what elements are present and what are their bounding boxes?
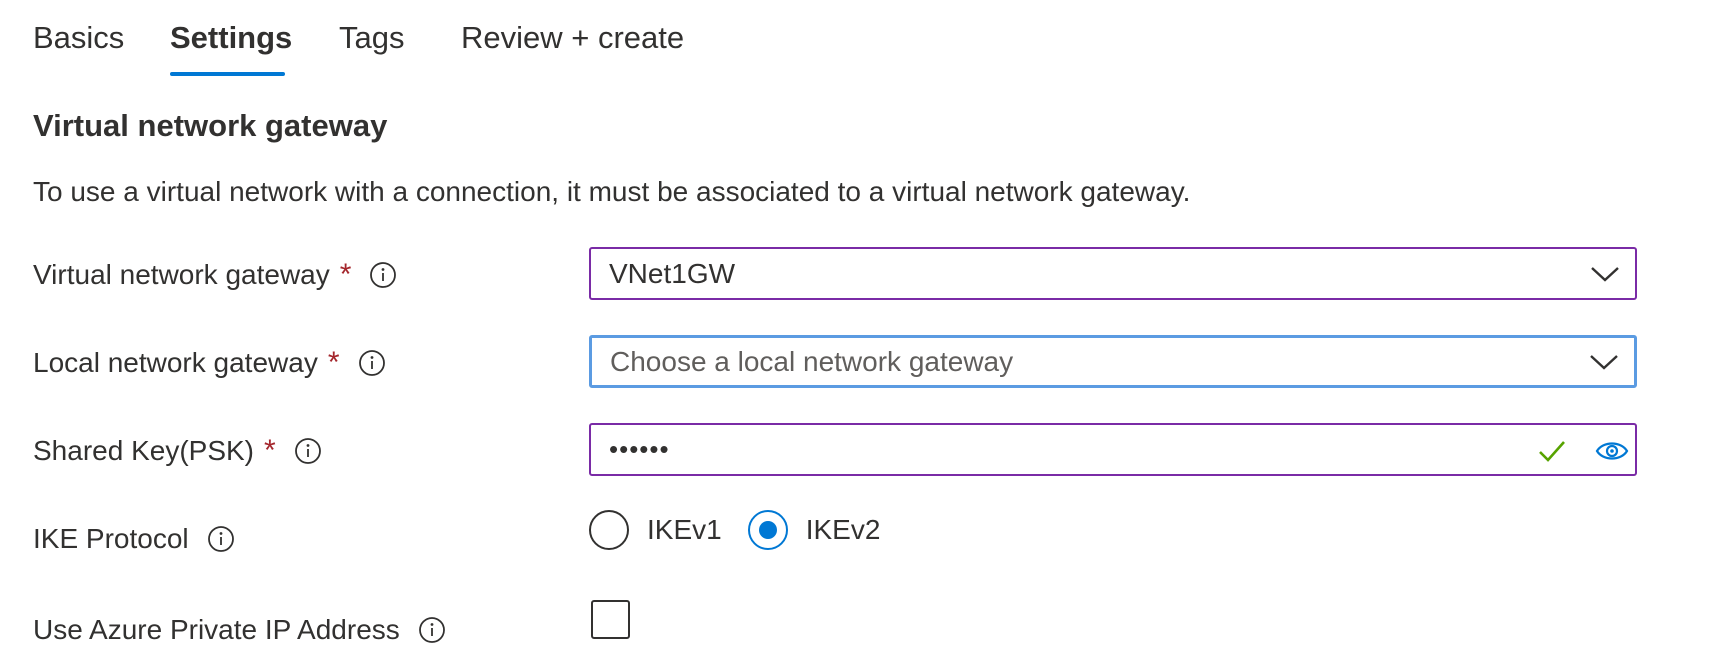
local-network-gateway-label-row: Local network gateway * [33, 343, 386, 383]
private-ip-label-row: Use Azure Private IP Address [33, 610, 446, 650]
local-network-gateway-placeholder: Choose a local network gateway [610, 345, 1014, 377]
private-ip-checkbox[interactable] [591, 600, 630, 639]
ike-protocol-radio-group: IKEv1 IKEv2 [589, 508, 906, 552]
info-icon[interactable] [418, 616, 446, 644]
virtual-network-gateway-label: Virtual network gateway [33, 259, 330, 290]
shared-key-masked-value: •••••• [609, 434, 670, 464]
section-description: To use a virtual network with a connecti… [33, 176, 1191, 207]
virtual-network-gateway-select[interactable]: VNet1GW [589, 247, 1637, 300]
ike-protocol-label: IKE Protocol [33, 523, 189, 554]
chevron-down-icon [1591, 267, 1619, 282]
private-ip-label: Use Azure Private IP Address [33, 614, 400, 645]
tab-review-create[interactable]: Review + create [461, 18, 684, 58]
radio-label: IKEv2 [805, 514, 881, 545]
tab-settings[interactable]: Settings [170, 18, 292, 58]
tab-tags[interactable]: Tags [339, 18, 404, 58]
radio-button[interactable] [589, 510, 629, 550]
info-icon[interactable] [207, 525, 235, 553]
radio-label: IKEv1 [647, 514, 722, 545]
required-asterisk: * [264, 434, 276, 467]
virtual-network-gateway-label-row: Virtual network gateway * [33, 255, 397, 295]
required-asterisk: * [327, 346, 340, 379]
tab-basics[interactable]: Basics [33, 18, 124, 58]
info-icon[interactable] [358, 349, 386, 377]
local-network-gateway-select[interactable]: Choose a local network gateway [589, 335, 1637, 388]
radio-button-selected[interactable] [747, 510, 788, 550]
ike-protocol-option-ikev1[interactable]: IKEv1 [589, 510, 722, 550]
virtual-network-gateway-value: VNet1GW [609, 257, 736, 289]
check-icon [1539, 441, 1565, 462]
required-asterisk: * [339, 258, 352, 291]
section-title: Virtual network gateway [33, 108, 388, 143]
chevron-down-icon [1590, 355, 1618, 370]
shared-key-label-row: Shared Key(PSK) * [33, 431, 322, 471]
eye-icon[interactable] [1595, 439, 1629, 463]
ike-protocol-option-ikev2[interactable]: IKEv2 [747, 510, 881, 550]
info-icon[interactable] [369, 261, 397, 289]
shared-key-input[interactable]: •••••• [589, 423, 1637, 476]
ike-protocol-label-row: IKE Protocol [33, 519, 235, 559]
local-network-gateway-label: Local network gateway [33, 347, 318, 378]
active-tab-indicator [170, 72, 285, 76]
shared-key-label: Shared Key(PSK) [33, 435, 254, 466]
info-icon[interactable] [294, 437, 322, 465]
